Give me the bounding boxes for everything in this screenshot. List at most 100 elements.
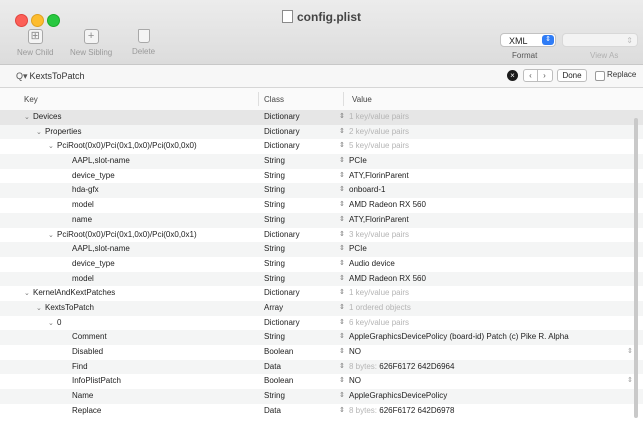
class-stepper-icon[interactable]: ⇕ [339, 316, 345, 331]
class-stepper-icon[interactable]: ⇕ [339, 286, 345, 301]
table-row[interactable]: model String ⇕ AMD Radeon RX 560 [0, 198, 643, 213]
row-value-cell[interactable]: 8 bytes: 626F6172 642D6978 [349, 404, 454, 419]
disclosure-triangle-icon[interactable]: ⌄ [24, 287, 33, 302]
value-column-header[interactable]: Value [352, 95, 372, 104]
row-class-cell[interactable]: String [264, 213, 285, 228]
row-class-cell[interactable]: Dictionary [264, 228, 300, 243]
done-button[interactable]: Done [557, 69, 587, 82]
row-value-cell[interactable]: Audio device [349, 257, 395, 272]
vertical-scrollbar[interactable] [634, 118, 638, 418]
row-class-cell[interactable]: Data [264, 360, 281, 375]
class-stepper-icon[interactable]: ⇕ [339, 301, 345, 316]
row-class-cell[interactable]: Dictionary [264, 316, 300, 331]
table-row[interactable]: device_type String ⇕ ATY,FlorinParent [0, 169, 643, 184]
disclosure-triangle-icon[interactable]: ⌄ [48, 229, 57, 244]
class-stepper-icon[interactable]: ⇕ [339, 374, 345, 389]
class-stepper-icon[interactable]: ⇕ [339, 345, 345, 360]
view-as-select[interactable]: ⇕ [562, 33, 638, 47]
row-key-cell[interactable]: AAPL,slot-name [72, 242, 130, 257]
table-row[interactable]: ⌄ KextsToPatch Array ⇕ 1 ordered objects [0, 300, 643, 317]
row-value-cell[interactable]: AMD Radeon RX 560 [349, 272, 426, 287]
row-value-cell[interactable]: 1 key/value pairs [349, 286, 409, 301]
row-value-cell[interactable]: NO [349, 374, 361, 389]
row-key-cell[interactable]: Name [72, 389, 93, 404]
row-value-cell[interactable]: PCIe [349, 242, 367, 257]
row-key-cell[interactable]: ⌄ KextsToPatch [36, 301, 94, 317]
row-value-cell[interactable]: 1 key/value pairs [349, 110, 409, 125]
row-class-cell[interactable]: String [264, 169, 285, 184]
row-value-cell[interactable]: AppleGraphicsDevicePolicy (board-id) Pat… [349, 330, 569, 345]
row-class-cell[interactable]: Dictionary [264, 125, 300, 140]
class-stepper-icon[interactable]: ⇕ [339, 183, 345, 198]
row-class-cell[interactable]: String [264, 257, 285, 272]
row-class-cell[interactable]: String [264, 154, 285, 169]
row-key-cell[interactable]: Comment [72, 330, 107, 345]
search-input[interactable]: Q▾ KextsToPatch [16, 69, 504, 83]
class-stepper-icon[interactable]: ⇕ [339, 242, 345, 257]
row-key-cell[interactable]: model [72, 198, 94, 213]
disclosure-triangle-icon[interactable]: ⌄ [36, 126, 45, 141]
row-class-cell[interactable]: Array [264, 301, 283, 316]
row-value-cell[interactable]: PCIe [349, 154, 367, 169]
table-row[interactable]: ⌄ Properties Dictionary ⇕ 2 key/value pairs [0, 124, 643, 141]
class-stepper-icon[interactable]: ⇕ [339, 139, 345, 154]
class-stepper-icon[interactable]: ⇕ [339, 404, 345, 419]
find-next-button[interactable]: › [538, 70, 551, 81]
find-previous-button[interactable]: ‹ [524, 70, 538, 81]
table-row[interactable]: ⌄ PciRoot(0x0)/Pci(0x1,0x0)/Pci(0x0,0x1) D… [0, 228, 643, 243]
table-row[interactable]: ⌄ KernelAndKextPatches Dictionary ⇕ 1 key/va… [0, 286, 643, 301]
row-class-cell[interactable]: Dictionary [264, 139, 300, 154]
delete-button[interactable]: Delete [132, 29, 155, 56]
row-key-cell[interactable]: ⌄ 0 [48, 316, 61, 332]
table-row[interactable]: AAPL,slot-name String ⇕ PCIe [0, 154, 643, 169]
class-stepper-icon[interactable]: ⇕ [339, 389, 345, 404]
row-class-cell[interactable]: Data [264, 404, 281, 419]
class-stepper-icon[interactable]: ⇕ [339, 330, 345, 345]
row-key-cell[interactable]: hda-gfx [72, 183, 99, 198]
row-class-cell[interactable]: Dictionary [264, 110, 300, 125]
row-value-cell[interactable]: AMD Radeon RX 560 [349, 198, 426, 213]
table-row[interactable]: device_type String ⇕ Audio device [0, 257, 643, 272]
table-row[interactable]: Comment String ⇕ AppleGraphicsDevicePolicy … [0, 330, 643, 345]
class-stepper-icon[interactable]: ⇕ [339, 110, 345, 125]
format-select[interactable]: XML ⇕ [500, 33, 556, 47]
column-divider[interactable] [258, 92, 259, 106]
row-value-cell[interactable]: 8 bytes: 626F6172 642D6964 [349, 360, 454, 375]
disclosure-triangle-icon[interactable]: ⌄ [48, 140, 57, 155]
row-key-cell[interactable]: ⌄ PciRoot(0x0)/Pci(0x1,0x0)/Pci(0x0,0x0) [48, 139, 197, 155]
row-key-cell[interactable]: InfoPlistPatch [72, 374, 121, 389]
row-class-cell[interactable]: Dictionary [264, 286, 300, 301]
table-row[interactable]: AAPL,slot-name String ⇕ PCIe [0, 242, 643, 257]
row-class-cell[interactable]: String [264, 198, 285, 213]
boolean-popup-icon[interactable]: ⇕ [627, 374, 633, 389]
row-value-cell[interactable]: onboard-1 [349, 183, 385, 198]
new-child-button[interactable]: ⊞ New Child [17, 29, 53, 57]
row-class-cell[interactable]: String [264, 183, 285, 198]
class-stepper-icon[interactable]: ⇕ [339, 198, 345, 213]
row-value-cell[interactable]: 1 ordered objects [349, 301, 411, 316]
row-key-cell[interactable]: AAPL,slot-name [72, 154, 130, 169]
class-stepper-icon[interactable]: ⇕ [339, 228, 345, 243]
table-row[interactable]: ⌄ PciRoot(0x0)/Pci(0x1,0x0)/Pci(0x0,0x0) D… [0, 139, 643, 154]
class-stepper-icon[interactable]: ⇕ [339, 154, 345, 169]
class-stepper-icon[interactable]: ⇕ [339, 272, 345, 287]
table-row[interactable]: ⌄ Devices Dictionary ⇕ 1 key/value pairs [0, 110, 643, 125]
boolean-popup-icon[interactable]: ⇕ [627, 345, 633, 360]
table-row[interactable]: ⌄ 0 Dictionary ⇕ 6 key/value pairs [0, 316, 643, 331]
row-key-cell[interactable]: device_type [72, 169, 115, 184]
row-value-cell[interactable]: ATY,FlorinParent [349, 169, 409, 184]
row-key-cell[interactable]: Replace [72, 404, 101, 419]
disclosure-triangle-icon[interactable]: ⌄ [48, 317, 57, 332]
table-row[interactable]: model String ⇕ AMD Radeon RX 560 [0, 271, 643, 287]
row-value-cell[interactable]: 2 key/value pairs [349, 125, 409, 140]
row-class-cell[interactable]: String [264, 389, 285, 404]
row-key-cell[interactable]: Disabled [72, 345, 103, 360]
clear-search-icon[interactable]: × [507, 70, 518, 81]
row-class-cell[interactable]: String [264, 272, 285, 287]
row-key-cell[interactable]: ⌄ PciRoot(0x0)/Pci(0x1,0x0)/Pci(0x0,0x1) [48, 228, 197, 244]
class-stepper-icon[interactable]: ⇕ [339, 125, 345, 140]
row-class-cell[interactable]: String [264, 330, 285, 345]
row-key-cell[interactable]: ⌄ Devices [24, 110, 61, 126]
row-class-cell[interactable]: Boolean [264, 345, 293, 360]
row-value-cell[interactable]: NO [349, 345, 361, 360]
